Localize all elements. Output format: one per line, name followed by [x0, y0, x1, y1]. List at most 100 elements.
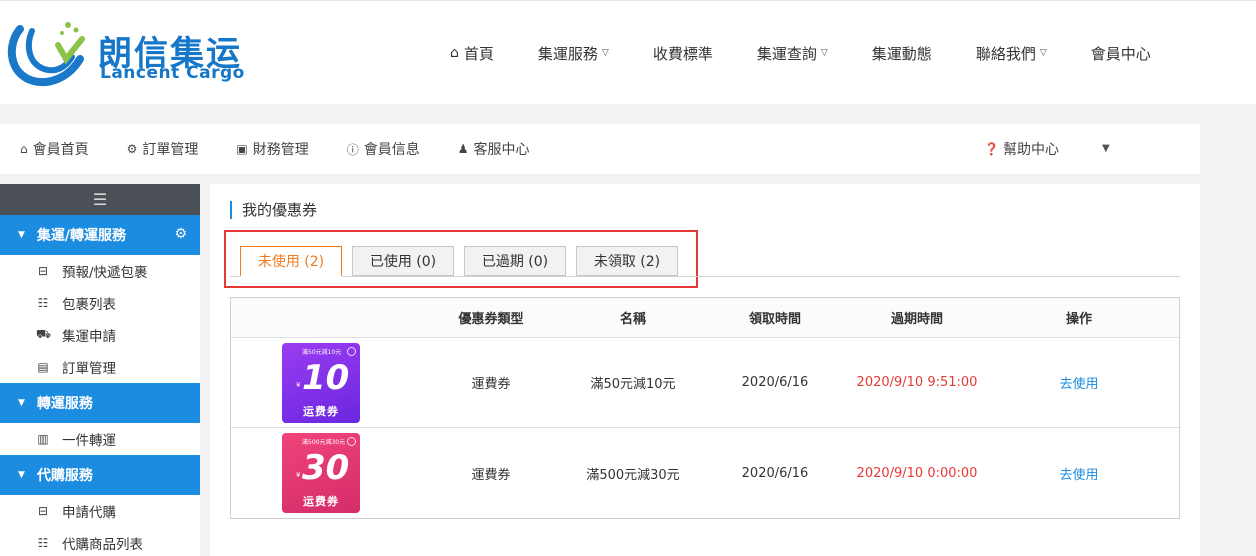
user-icon: ♟: [457, 142, 469, 156]
member-nav-info[interactable]: ⓘ 會員信息: [347, 139, 420, 159]
page-title: 我的優惠券: [230, 201, 317, 219]
coupon-currency: ¥: [296, 471, 301, 479]
sidebar-section-consolidation[interactable]: ▼ 集運/轉運服務 ⚙: [0, 215, 200, 255]
nav-tracking[interactable]: 集運查詢 ▽: [757, 43, 828, 64]
sidebar-section-forwarding[interactable]: ▼ 轉運服務: [0, 383, 200, 423]
coupon-name: 滿50元減10元: [590, 377, 676, 392]
use-coupon-link[interactable]: 去使用: [1059, 468, 1098, 483]
gear-icon[interactable]: ⚙: [174, 226, 187, 242]
question-icon: ❓: [984, 142, 999, 156]
received-date: 2020/6/16: [741, 465, 809, 481]
member-nav-orders[interactable]: ⚙ 訂單管理: [127, 139, 199, 159]
sidebar-item-label: 集運申請: [62, 329, 116, 345]
coupon-card: 滿50元減10元 ¥ 10 运费券: [282, 342, 360, 423]
coupon-image-cell: 滿500元減30元 ¥ 30 运费券: [231, 433, 411, 513]
coupon-condition: 滿50元減10元: [302, 348, 342, 356]
sidebar-item-package-list[interactable]: ☷ 包裹列表: [0, 287, 200, 319]
use-coupon-link[interactable]: 去使用: [1059, 377, 1098, 392]
sidebar-section-purchasing[interactable]: ▼ 代購服務: [0, 455, 200, 495]
coupon-name: 滿500元減30元: [586, 467, 680, 483]
coupon-condition: 滿500元減30元: [302, 439, 346, 446]
nav-label: 集運動態: [871, 44, 932, 63]
sidebar-item-apply-purchase[interactable]: ⊟ 申請代購: [0, 495, 200, 527]
logo-mark-icon: [7, 22, 85, 87]
member-nav-finance[interactable]: ▣ 財務管理: [236, 139, 308, 159]
nav-label: 聯絡我們: [975, 44, 1036, 63]
coupon-type: 運費券: [471, 377, 511, 392]
sidebar-item-order-management[interactable]: ▤ 訂單管理: [0, 351, 200, 383]
tab-unclaimed[interactable]: 未領取 (2): [576, 246, 678, 276]
nav-pricing[interactable]: 收費標準: [653, 43, 713, 64]
table-row: 滿50元減10元 ¥ 10 运费券 運費券 滿50元減10元 2020/6/16…: [231, 338, 1179, 428]
sidebar-toggle[interactable]: ☰: [0, 184, 200, 215]
column-header: 名稱: [619, 312, 646, 327]
tab-unused[interactable]: 未使用 (2): [240, 246, 342, 277]
coupon-amount: 30: [302, 448, 350, 488]
chevron-down-icon: ▽: [601, 48, 609, 58]
nav-consolidation-service[interactable]: 集運服務 ▽: [538, 43, 609, 64]
inbox-icon: ⊟: [37, 504, 49, 518]
member-nav-label: 會員信息: [363, 142, 420, 158]
coupon-type: 運費券: [471, 467, 511, 483]
help-center-link[interactable]: ❓ 幫助中心: [984, 124, 1059, 174]
member-nav-label: 訂單管理: [142, 142, 199, 158]
home-icon: ⌂: [450, 45, 459, 61]
member-nav-home[interactable]: ⌂ 會員首頁: [20, 139, 89, 159]
caret-down-icon: ▼: [18, 398, 25, 408]
coupon-amount: 10: [302, 357, 350, 398]
sidebar-item-forecast-package[interactable]: ⊟ 預報/快遞包裹: [0, 255, 200, 287]
list-icon: ☷: [37, 536, 49, 550]
caret-down-icon: ▼: [18, 470, 25, 480]
nav-contact[interactable]: 聯絡我們 ▽: [976, 43, 1047, 64]
expiry-date: 2020/9/10 9:51:00: [856, 375, 978, 390]
site-header: 朗信集运 Lancent Cargo ⌂ 首頁 集運服務 ▽ 收費標準 集運查詢…: [0, 0, 1256, 104]
money-icon: ▣: [236, 142, 248, 156]
logo[interactable]: 朗信集运 Lancent Cargo: [6, 19, 246, 89]
main-nav: ⌂ 首頁 集運服務 ▽ 收費標準 集運查詢 ▽ 集運動態 聯絡我們 ▽ 會員中心: [450, 1, 1151, 105]
truck-icon: ⛟: [36, 327, 52, 341]
chevron-down-icon: ▽: [820, 48, 828, 58]
sidebar-item-purchase-list[interactable]: ☷ 代購商品列表: [0, 527, 200, 556]
circle-icon: [347, 346, 356, 356]
column-header: 過期時間: [890, 312, 943, 327]
nav-label: 首頁: [463, 44, 494, 63]
nav-news[interactable]: 集運動態: [872, 43, 932, 64]
sidebar-item-label: 包裹列表: [62, 297, 116, 313]
member-nav-label: 財務管理: [252, 142, 309, 158]
sidebar-section-title: 轉運服務: [36, 396, 93, 412]
sidebar-item-consolidation-apply[interactable]: ⛟ 集運申請: [0, 319, 200, 351]
nav-member-center[interactable]: 會員中心: [1091, 43, 1151, 64]
caret-down-icon[interactable]: ▼: [1102, 143, 1110, 154]
menu-icon: ☰: [92, 190, 108, 209]
coupon-currency: ¥: [296, 380, 301, 389]
column-header: 優惠券類型: [458, 312, 524, 327]
coupon-panel: 我的優惠券 未使用 (2) 已使用 (0) 已過期 (0) 未領取 (2) 優惠…: [210, 184, 1200, 556]
sidebar-section-title: 集運/轉運服務: [36, 228, 127, 244]
member-nav-label: 客服中心: [473, 142, 530, 158]
coupon-label: 运费券: [303, 404, 339, 418]
tab-expired[interactable]: 已過期 (0): [464, 246, 566, 276]
logo-english-text: Lancent Cargo: [100, 63, 245, 83]
home-icon: ⌂: [20, 142, 28, 156]
coupon-card: 滿500元減30元 ¥ 30 运费券: [282, 433, 360, 513]
help-center-label: 幫助中心: [1002, 142, 1059, 158]
gear-icon: ⚙: [126, 142, 138, 156]
nav-label: 會員中心: [1090, 44, 1151, 63]
sidebar-section-title: 代購服務: [36, 468, 93, 484]
sidebar-item-label: 預報/快遞包裹: [62, 265, 148, 281]
nav-label: 收費標準: [652, 44, 713, 63]
coupon-label: 运费券: [303, 495, 339, 508]
member-nav-support[interactable]: ♟ 客服中心: [458, 139, 530, 159]
nav-home[interactable]: ⌂ 首頁: [450, 43, 494, 64]
coupon-tabs: 未使用 (2) 已使用 (0) 已過期 (0) 未領取 (2): [240, 246, 688, 277]
tab-used[interactable]: 已使用 (0): [352, 246, 454, 276]
member-nav: ⌂ 會員首頁 ⚙ 訂單管理 ▣ 財務管理 ⓘ 會員信息 ♟ 客服中心 ❓ 幫助中…: [0, 124, 1200, 174]
book-icon: ▤: [37, 360, 49, 374]
sidebar-item-label: 申請代購: [62, 505, 116, 521]
column-header: 操作: [1065, 312, 1092, 327]
sidebar-item-single-forward[interactable]: ▥ 一件轉運: [0, 423, 200, 455]
chevron-down-icon: ▽: [1039, 48, 1047, 58]
circle-icon: [347, 437, 356, 446]
expiry-date: 2020/9/10 0:00:00: [856, 465, 978, 481]
coupon-image-cell: 滿50元減10元 ¥ 10 运费券: [231, 342, 411, 423]
